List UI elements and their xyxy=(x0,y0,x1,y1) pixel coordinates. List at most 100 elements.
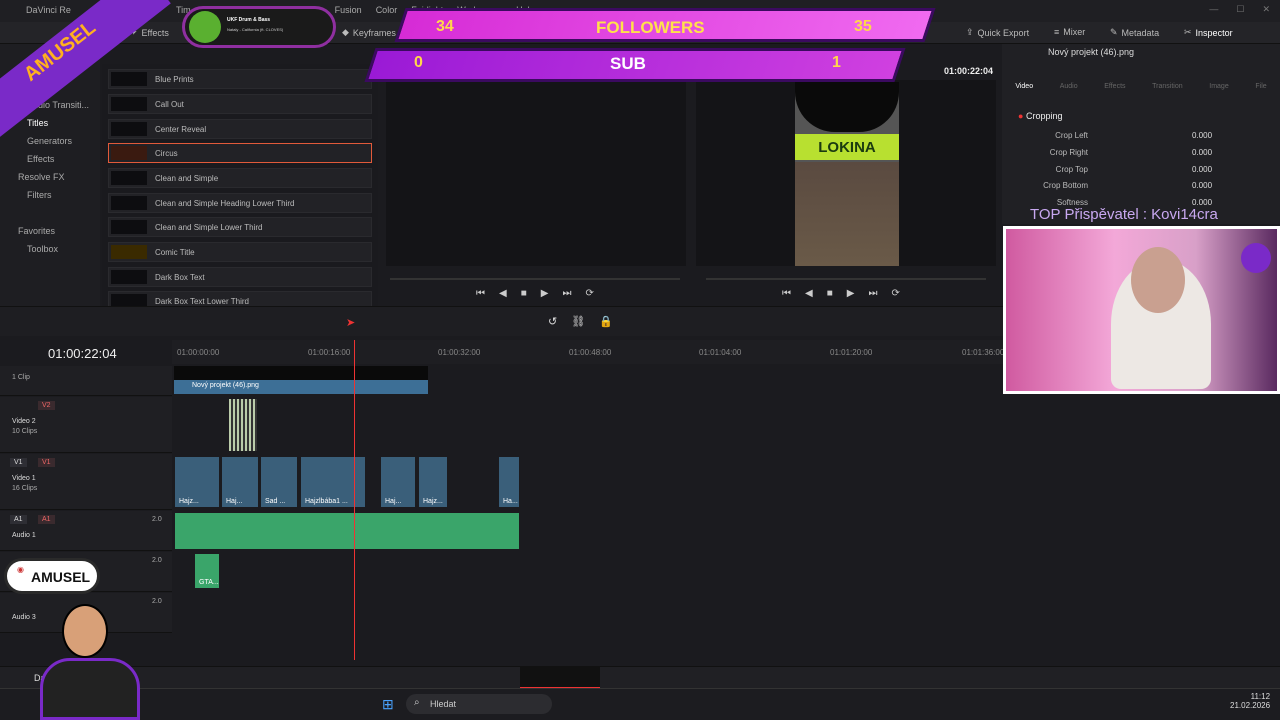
maximize-icon[interactable]: ☐ xyxy=(1236,4,1244,15)
taskbar-clock[interactable]: 11:12 21.02.2026 xyxy=(1230,692,1270,710)
tab-video[interactable]: Video xyxy=(1015,66,1033,92)
tree-filters[interactable]: Filters xyxy=(27,190,52,200)
timeline-scrubber[interactable] xyxy=(706,278,986,280)
crop-bottom-row[interactable]: Crop Bottom 0.000 xyxy=(1002,178,1280,194)
loop-icon[interactable]: ⟳ xyxy=(585,288,593,299)
track-name: Audio 3 xyxy=(12,614,36,621)
source-viewer[interactable] xyxy=(386,80,686,266)
video-clip[interactable]: Ha... xyxy=(498,456,520,508)
close-icon[interactable]: ✕ xyxy=(1262,4,1270,15)
skip-back-icon[interactable]: ⏮ xyxy=(782,288,791,299)
tab-effects[interactable]: Effects xyxy=(1104,66,1125,92)
cropping-label: Cropping xyxy=(1025,111,1063,121)
play-reverse-icon[interactable]: ◀ xyxy=(499,288,507,299)
skip-back-icon[interactable]: ⏮ xyxy=(476,288,485,299)
snap-icon[interactable]: ↺ xyxy=(548,315,557,328)
title-item[interactable]: Dark Box Text xyxy=(108,267,372,287)
quick-export-button[interactable]: ⇪ Quick Export xyxy=(966,27,1029,38)
crop-right-value[interactable]: 0.000 xyxy=(1192,148,1212,157)
playhead[interactable] xyxy=(354,340,355,660)
crop-top-row[interactable]: Crop Top 0.000 xyxy=(1002,162,1280,178)
sub-current: 0 xyxy=(414,54,423,71)
title-thumbnail xyxy=(111,146,147,160)
video-clip[interactable]: Sad ... xyxy=(260,456,298,508)
track-header-v3[interactable]: 1 Clip xyxy=(0,366,172,396)
crop-left-row[interactable]: Crop Left 0.000 xyxy=(1002,128,1280,144)
title-clip[interactable]: Nový projekt (46).png xyxy=(174,366,428,394)
title-item[interactable]: Clean and Simple Lower Third xyxy=(108,217,372,237)
crop-right-row[interactable]: Crop Right 0.000 xyxy=(1002,145,1280,161)
link-icon[interactable]: ⛓ xyxy=(571,315,585,328)
track-header-v1[interactable]: V1 V1 Video 1 16 Clips xyxy=(0,454,172,510)
track-volume: 2.0 xyxy=(152,557,162,564)
video-clip[interactable]: Haj... xyxy=(221,456,259,508)
avatar-body xyxy=(40,658,140,720)
followers-current: 34 xyxy=(436,18,454,35)
crop-bottom-value[interactable]: 0.000 xyxy=(1192,181,1212,190)
snap-tools: ↺ ⛓ 🔒 xyxy=(548,315,613,328)
lokina-logo: LOKINA xyxy=(795,134,899,160)
tree-resolve-fx[interactable]: Resolve FX xyxy=(18,172,65,182)
track-clip-count: 10 Clips xyxy=(12,428,38,435)
selection-tool-icon[interactable]: ➤ xyxy=(346,316,355,329)
tree-favorites[interactable]: Favorites xyxy=(18,226,55,236)
video-clip[interactable]: Hajzlbába1 ... xyxy=(300,456,366,508)
tab-transition[interactable]: Transition xyxy=(1152,66,1182,92)
video-clip[interactable]: Hajz... xyxy=(418,456,448,508)
album-art xyxy=(189,11,221,43)
clip-label: Hajzlbába1 ... xyxy=(305,498,348,505)
inspector-panel: Nový projekt (46).png Video Audio Effect… xyxy=(1002,44,1280,224)
edit-page-tab[interactable] xyxy=(520,667,600,689)
title-label: Clean and Simple Heading Lower Third xyxy=(155,198,295,208)
video-clip[interactable]: Hajz... xyxy=(174,456,220,508)
streamer-head xyxy=(1131,247,1185,313)
minimize-icon[interactable]: — xyxy=(1209,4,1218,15)
stop-icon[interactable]: ■ xyxy=(827,288,833,299)
clip-label: Sad ... xyxy=(265,498,286,505)
windows-start-icon[interactable]: ⊞ xyxy=(382,696,394,713)
play-icon[interactable]: ▶ xyxy=(847,288,855,299)
tab-file[interactable]: File xyxy=(1255,66,1266,92)
audio-clips[interactable] xyxy=(174,512,520,550)
tab-audio[interactable]: Audio xyxy=(1060,66,1078,92)
stop-icon[interactable]: ■ xyxy=(521,288,527,299)
loop-icon[interactable]: ⟳ xyxy=(891,288,899,299)
title-item[interactable]: Center Reveal xyxy=(108,119,372,139)
sub-goal: 1 xyxy=(832,54,841,71)
source-scrubber[interactable] xyxy=(390,278,680,280)
tree-generators[interactable]: Generators xyxy=(27,136,72,146)
skip-forward-icon[interactable]: ⏭ xyxy=(868,288,877,299)
crop-left-value[interactable]: 0.000 xyxy=(1192,131,1212,140)
title-item[interactable]: Clean and Simple Heading Lower Third xyxy=(108,193,372,213)
play-icon[interactable]: ▶ xyxy=(541,288,549,299)
video-clip[interactable]: Haj... xyxy=(380,456,416,508)
taskbar-search[interactable]: Hledat xyxy=(406,694,552,714)
lock-icon[interactable]: 🔒 xyxy=(599,315,613,328)
play-reverse-icon[interactable]: ◀ xyxy=(805,288,813,299)
title-item[interactable]: Clean and Simple xyxy=(108,168,372,188)
metadata-button[interactable]: ✎ Metadata xyxy=(1110,27,1159,38)
tree-effects[interactable]: Effects xyxy=(27,154,54,164)
menu-fusion[interactable]: Fusion xyxy=(335,5,362,15)
inspector-button[interactable]: ✂ Inspector xyxy=(1184,27,1233,38)
crop-top-value[interactable]: 0.000 xyxy=(1192,165,1212,174)
title-item-selected[interactable]: Circus xyxy=(108,143,372,163)
title-thumbnail xyxy=(111,196,147,210)
skip-forward-icon[interactable]: ⏭ xyxy=(562,288,571,299)
top-donator-text: TOP Přispěvatel : Kovi14cra xyxy=(1030,206,1218,223)
tree-toolbox[interactable]: Toolbox xyxy=(27,244,58,254)
clock-time: 11:12 xyxy=(1250,692,1271,701)
track-badge: A1 xyxy=(10,515,27,524)
mixer-button[interactable]: ≡ Mixer xyxy=(1054,27,1085,37)
track-header-v2[interactable]: V2 Video 2 10 Clips xyxy=(0,397,172,453)
title-item[interactable]: Comic Title xyxy=(108,242,372,262)
audio-clip-gta[interactable]: GTA... xyxy=(194,553,220,589)
export-icon: ⇪ xyxy=(966,27,974,37)
track-volume: 2.0 xyxy=(152,598,162,605)
tab-image[interactable]: Image xyxy=(1209,66,1228,92)
ruler-tick: 01:00:16:00 xyxy=(308,348,351,357)
cropping-section[interactable]: ● Cropping xyxy=(1018,111,1062,121)
video2-clips[interactable] xyxy=(228,398,258,452)
followers-goal: 35 xyxy=(854,18,872,35)
track-header-a1[interactable]: A1 A1 2.0 Audio 1 xyxy=(0,511,172,551)
